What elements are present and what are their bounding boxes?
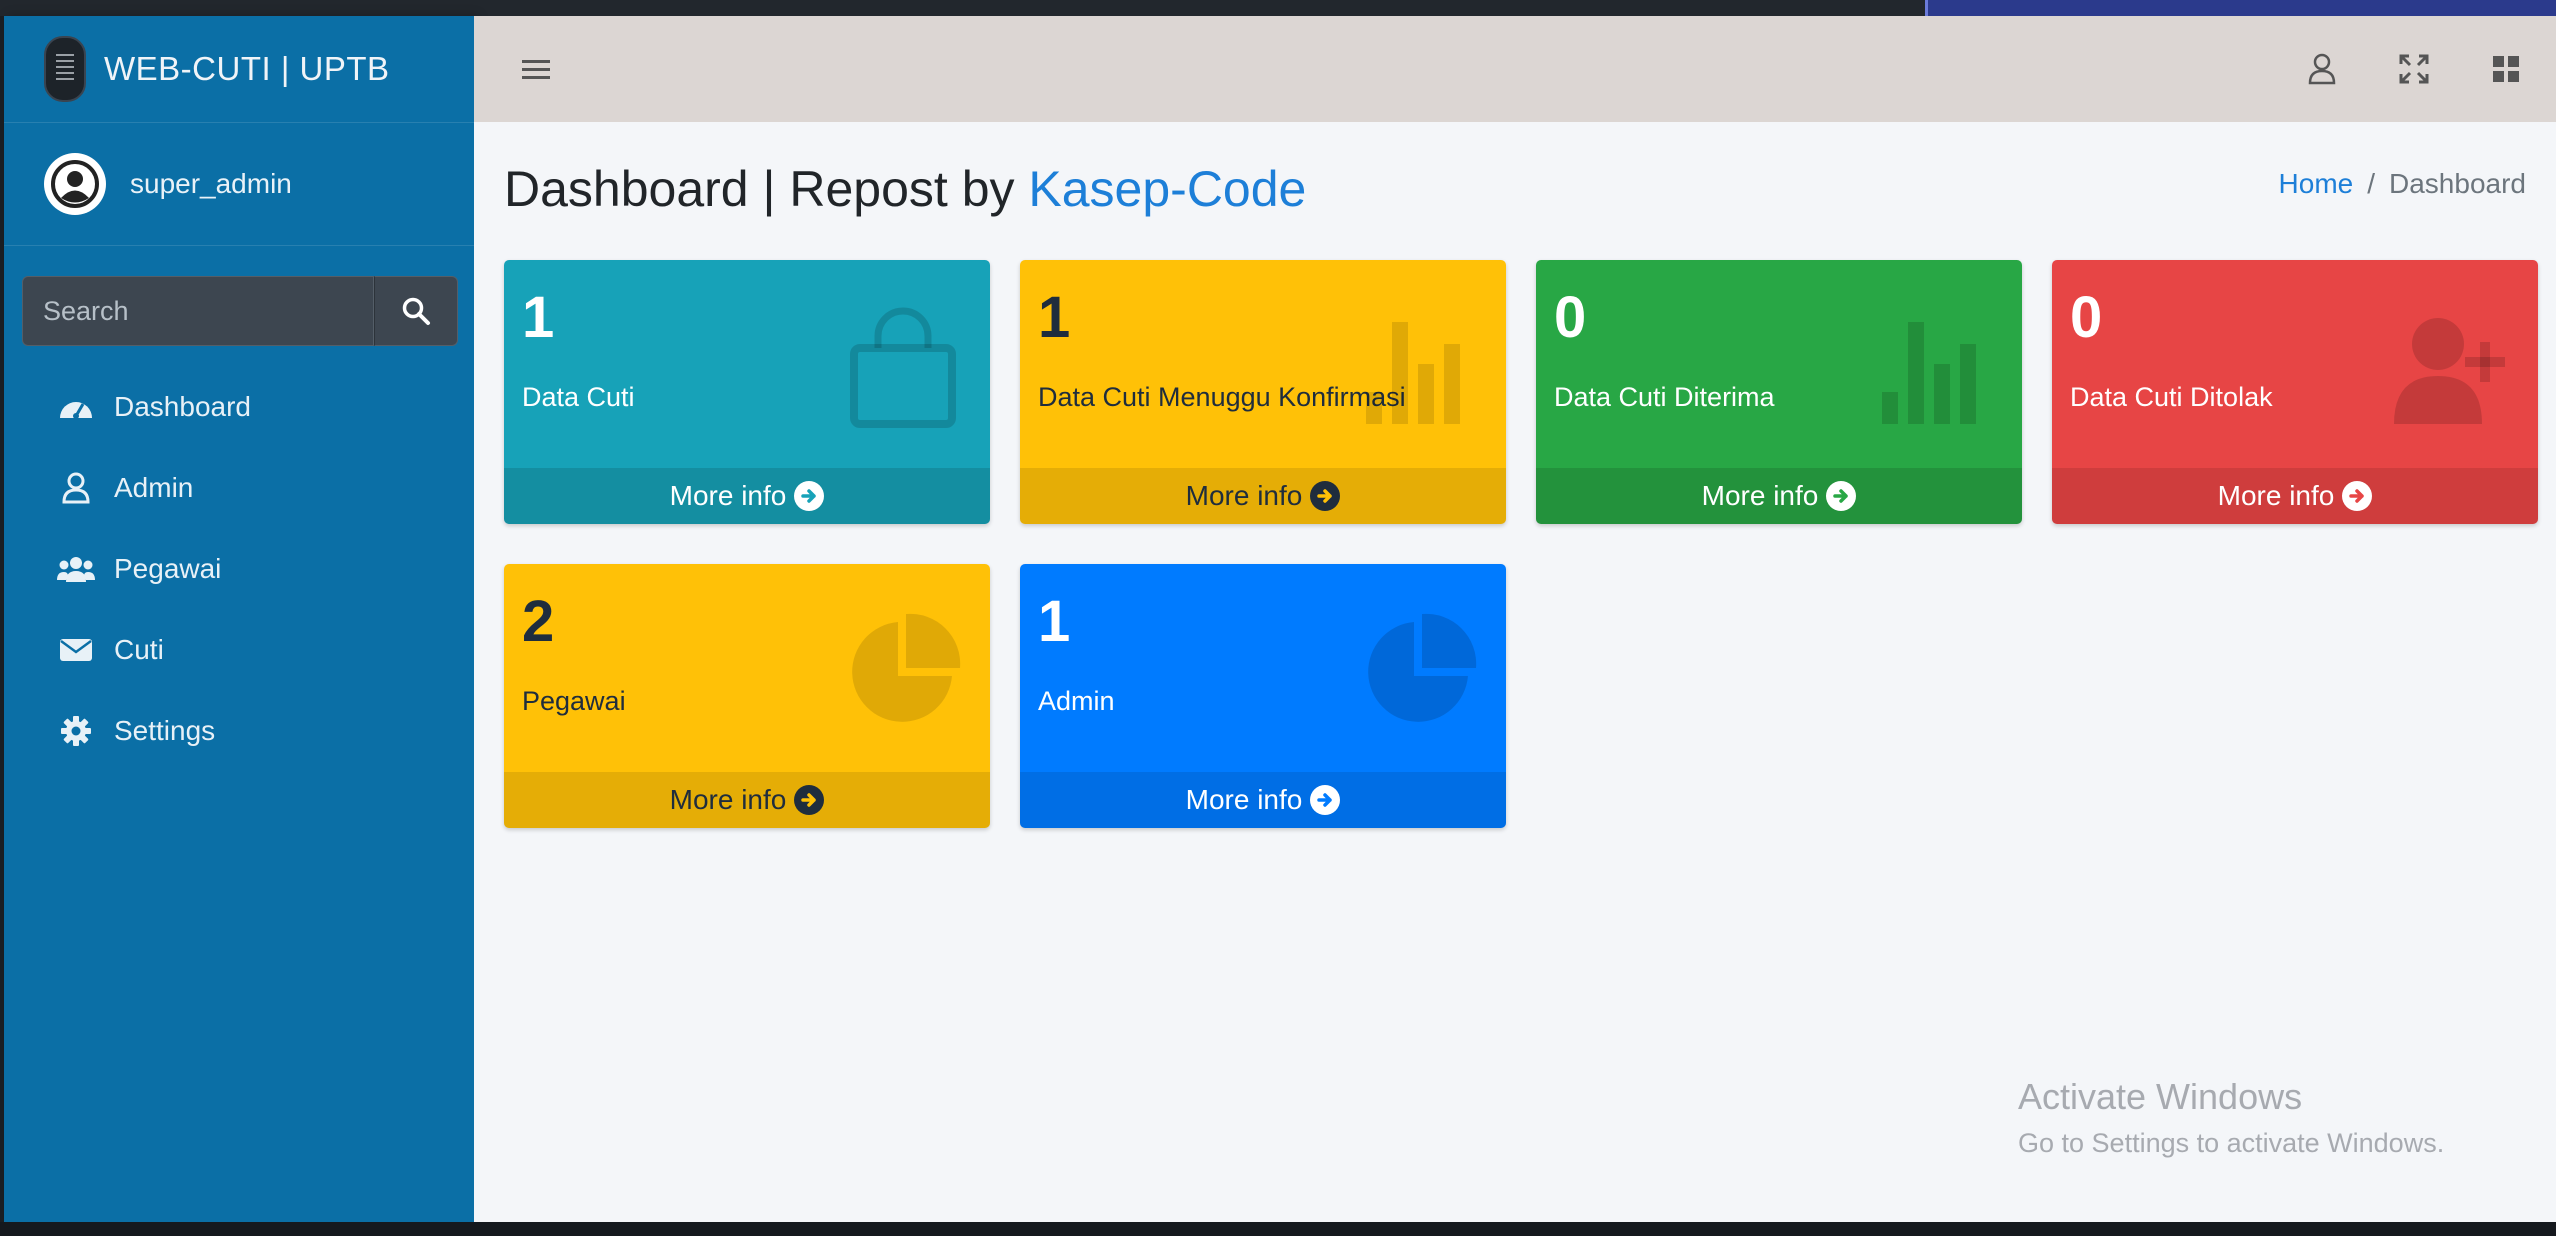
user-panel[interactable]: super_admin <box>4 123 474 246</box>
top-right-blue-strip <box>1925 0 2556 16</box>
sidebar-item-label: Settings <box>114 714 216 746</box>
more-info-link[interactable]: More info <box>504 468 990 524</box>
user-avatar-icon <box>44 153 106 215</box>
small-box-data-cuti-diterima: 0 Data Cuti Diterima More info <box>1536 260 2022 524</box>
small-box-pegawai: 2 Pegawai More info <box>504 564 990 828</box>
box-value: 0 <box>2070 285 2103 350</box>
search-icon <box>402 297 430 325</box>
small-box-data-cuti-ditolak: 0 Data Cuti Ditolak More info <box>2052 260 2538 524</box>
sidebar-item-pegawai[interactable]: Pegawai <box>4 528 474 609</box>
search-button[interactable] <box>374 276 458 346</box>
arrow-circle-right-icon <box>1310 481 1341 511</box>
sidebar-item-cuti[interactable]: Cuti <box>4 609 474 690</box>
more-info-link[interactable]: More info <box>1020 468 1506 524</box>
page-title-text: Dashboard | Repost by <box>504 161 1029 217</box>
small-box-data-cuti: 1 Data Cuti More info <box>504 260 990 524</box>
fullscreen-button[interactable] <box>2394 49 2434 89</box>
brand-text: WEB-CUTI | UPTB <box>104 50 390 87</box>
grid-icon <box>2493 56 2519 82</box>
content-header: Dashboard | Repost by Kasep-Code Home / Da… <box>474 122 2556 252</box>
more-info-label: More info <box>669 784 787 815</box>
pie-chart-icon <box>1368 613 1477 722</box>
box-value: 1 <box>1038 285 1071 350</box>
bar-chart-icon <box>1366 322 1460 424</box>
box-label: Data Cuti <box>522 382 635 412</box>
users-icon <box>56 549 96 589</box>
control-sidebar-button[interactable] <box>2486 49 2526 89</box>
more-info-label: More info <box>1185 784 1303 815</box>
gear-icon <box>56 711 96 751</box>
box-label: Data Cuti Ditolak <box>2070 382 2273 412</box>
watermark-title: Activate Windows <box>2018 1076 2303 1117</box>
more-info-label: More info <box>1701 480 1819 511</box>
breadcrumb-separator: / <box>2367 168 2376 199</box>
user-icon <box>2308 53 2336 85</box>
user-name: super_admin <box>130 168 292 199</box>
more-info-link[interactable]: More info <box>2052 468 2538 524</box>
breadcrumb-current: Dashboard <box>2389 168 2526 199</box>
user-icon <box>56 468 96 508</box>
activate-windows-watermark: Activate Windows Go to Settings to activ… <box>2018 1076 2444 1159</box>
box-label: Data Cuti Diterima <box>1554 382 1775 412</box>
sidebar-search: Search <box>22 276 458 346</box>
envelope-icon <box>56 630 96 670</box>
bar-chart-icon <box>1882 322 1976 424</box>
arrow-circle-right-icon <box>2342 481 2373 511</box>
kasep-code-link[interactable]: Kasep-Code <box>1028 161 1306 217</box>
more-info-link[interactable]: More info <box>1536 468 2022 524</box>
search-input[interactable]: Search <box>22 276 374 346</box>
user-menu-button[interactable] <box>2302 49 2342 89</box>
brand-logo-icon <box>44 36 86 102</box>
expand-icon <box>2399 54 2429 84</box>
small-box-admin: 1 Admin More info <box>1020 564 1506 828</box>
sidebar-item-settings[interactable]: Settings <box>4 690 474 771</box>
small-box-data-cuti-menunggu: 1 Data Cuti Menuggu Konfirmasi More info <box>1020 260 1506 524</box>
box-value: 0 <box>1554 285 1587 350</box>
brand-link[interactable]: WEB-CUTI | UPTB <box>4 16 474 123</box>
tachometer-icon <box>56 387 96 427</box>
os-taskbar <box>0 1222 2556 1236</box>
sidebar: WEB-CUTI | UPTB super_admin Search Dashb… <box>4 16 474 1222</box>
window-top-strip <box>0 0 2556 16</box>
user-plus-icon <box>2394 318 2505 424</box>
main-content: Dashboard | Repost by Kasep-Code Home / Da… <box>474 16 2556 1222</box>
breadcrumb-home-link[interactable]: Home <box>2279 168 2354 199</box>
hamburger-menu-button[interactable] <box>516 49 556 89</box>
more-info-label: More info <box>2217 480 2335 511</box>
more-info-link[interactable]: More info <box>504 772 990 828</box>
box-label: Data Cuti Menuggu Konfirmasi <box>1038 382 1406 412</box>
sidebar-item-dashboard[interactable]: Dashboard <box>4 366 474 447</box>
sidebar-item-admin[interactable]: Admin <box>4 447 474 528</box>
more-info-label: More info <box>669 480 787 511</box>
sidebar-item-label: Dashboard <box>114 390 251 422</box>
shopping-bag-icon <box>850 307 956 428</box>
page-title: Dashboard | Repost by Kasep-Code <box>504 160 1306 218</box>
breadcrumb: Home / Dashboard <box>2279 168 2526 200</box>
top-navbar <box>474 16 2556 122</box>
arrow-circle-right-icon <box>1826 481 1857 511</box>
watermark-subtitle: Go to Settings to activate Windows. <box>2018 1128 2445 1158</box>
sidebar-item-label: Pegawai <box>114 552 222 584</box>
box-value: 1 <box>1038 589 1071 654</box>
box-label: Pegawai <box>522 686 626 716</box>
hamburger-icon <box>522 60 550 79</box>
arrow-circle-right-icon <box>1310 785 1341 815</box>
box-value: 2 <box>522 589 555 654</box>
more-info-link[interactable]: More info <box>1020 772 1506 828</box>
pie-chart-icon <box>852 613 961 722</box>
more-info-label: More info <box>1185 480 1303 511</box>
arrow-circle-right-icon <box>794 785 825 815</box>
sidebar-item-label: Cuti <box>114 633 164 665</box>
arrow-circle-right-icon <box>794 481 825 511</box>
sidebar-item-label: Admin <box>114 471 194 503</box>
box-label: Admin <box>1038 686 1115 716</box>
box-value: 1 <box>522 285 555 350</box>
